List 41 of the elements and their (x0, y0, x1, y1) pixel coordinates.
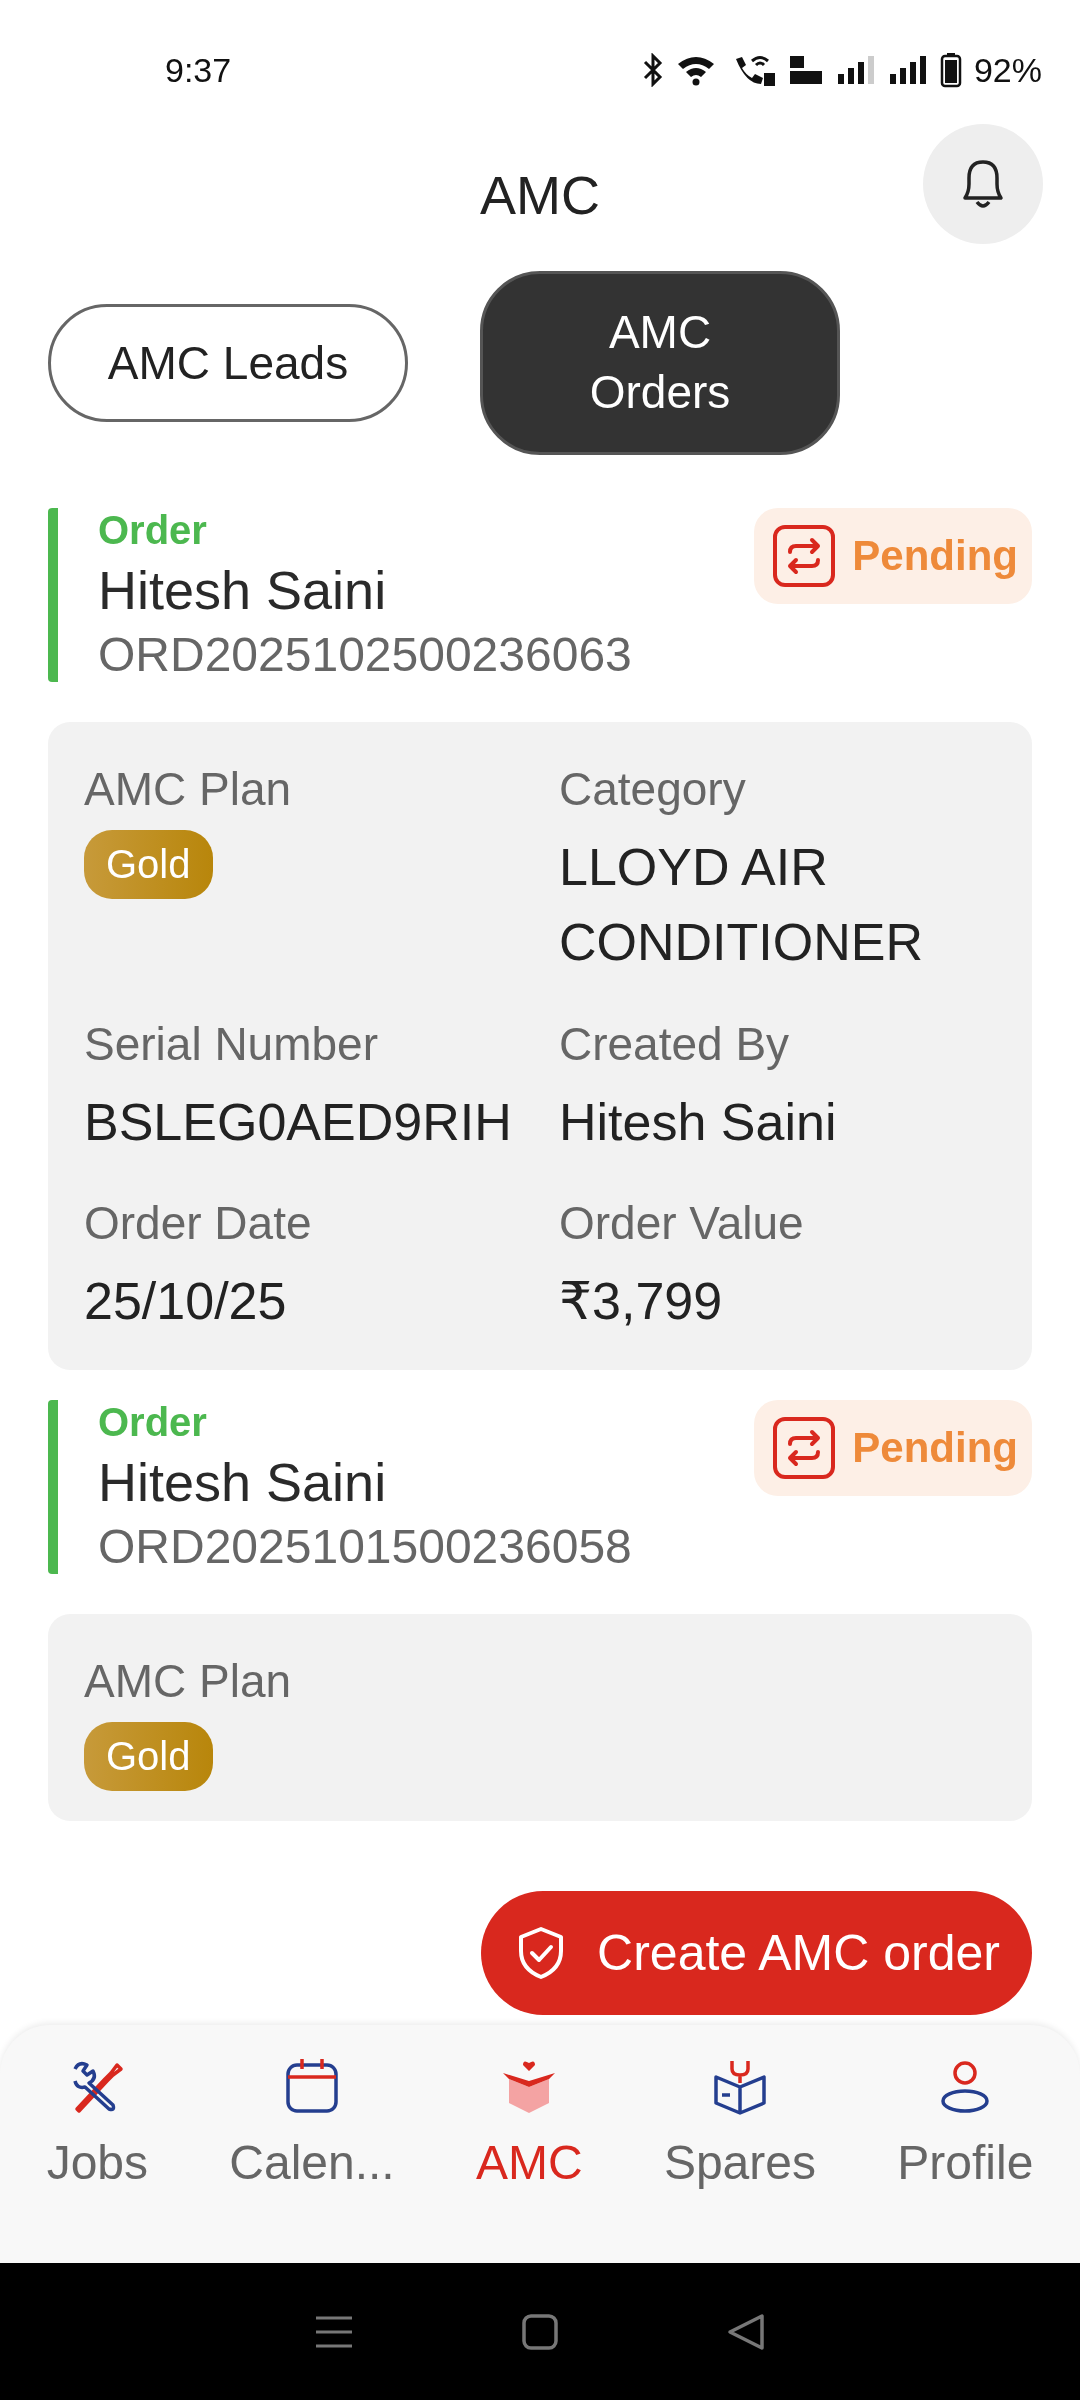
nav-item[interactable]: Profile (897, 2055, 1034, 2190)
field-label: AMC Plan (84, 762, 293, 816)
home-icon[interactable] (521, 2312, 559, 2351)
field-value: ₹3,799 (559, 1271, 724, 1333)
field-value: 25/10/25 (84, 1271, 288, 1333)
page-title: AMC (480, 164, 600, 226)
tab[interactable]: AMC Orders (480, 271, 840, 455)
field-label: AMC Plan (84, 1653, 293, 1708)
field-label: Serial Number (84, 1016, 379, 1071)
order-label: Order (98, 1399, 208, 1445)
create-order-button[interactable]: Create AMC order (481, 1891, 1032, 2015)
back-icon[interactable] (726, 2311, 767, 2352)
order-id: ORD2025102500236063 (98, 627, 632, 682)
field-value: LLOYD AIR CONDITIONER (559, 837, 924, 974)
field-label: Order Value (559, 1196, 805, 1251)
signal-icon (887, 54, 928, 86)
tab[interactable]: AMC Leads (48, 304, 408, 422)
field-value: BSLEG0AED9RIH (84, 1091, 513, 1153)
nav-item[interactable]: Calen... (229, 2055, 395, 2190)
status-text: Pending (852, 1423, 1018, 1472)
nav-item[interactable]: AMC (475, 2055, 583, 2190)
plan-badge: Gold (84, 1721, 213, 1791)
field-label: Order Date (84, 1196, 313, 1251)
battery-icon (939, 52, 962, 88)
bluetooth-icon (641, 53, 664, 87)
signal-icon (835, 54, 876, 86)
status-time: 9:37 (165, 50, 232, 90)
sync-icon (772, 1415, 837, 1480)
status-text: Pending (852, 532, 1018, 580)
customer-name: Hitesh Saini (98, 1450, 388, 1513)
nav-item[interactable]: Spares (663, 2055, 816, 2190)
field-label: Category (559, 762, 747, 816)
order-id: ORD2025101500236058 (98, 1518, 632, 1574)
battery-percent: 92% (973, 50, 1042, 90)
field-value: Hitesh Saini (559, 1091, 838, 1153)
plan-badge: Gold (84, 830, 213, 899)
sync-icon (772, 524, 837, 588)
nav-item[interactable]: Jobs (46, 2055, 148, 2190)
order-label: Order (98, 508, 208, 553)
customer-name: Hitesh Saini (98, 559, 388, 621)
field-label: Created By (559, 1016, 791, 1071)
